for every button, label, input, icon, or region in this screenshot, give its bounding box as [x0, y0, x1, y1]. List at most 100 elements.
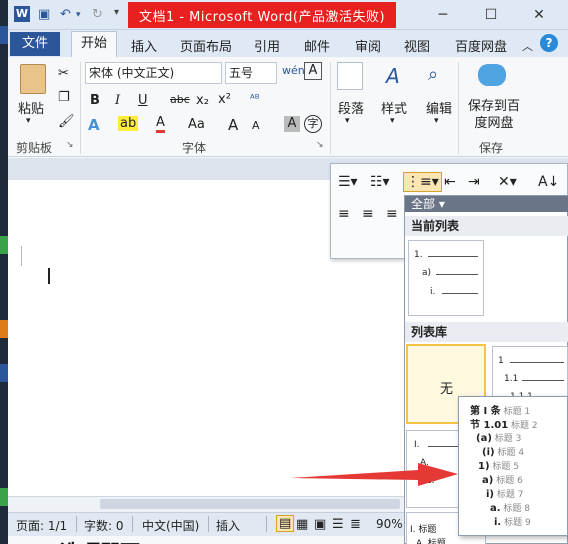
desktop-app-icon[interactable]	[0, 236, 8, 254]
font-color-icon[interactable]: A	[156, 116, 165, 133]
close-button[interactable]: ✕	[526, 4, 552, 26]
list-preview-label: A.	[420, 458, 429, 468]
paragraph-icon[interactable]	[337, 62, 363, 90]
margin-mark	[10, 246, 22, 266]
editing-button[interactable]: 编辑	[426, 98, 452, 117]
save-icon[interactable]: ▣	[38, 7, 50, 22]
paste-icon[interactable]	[20, 64, 46, 94]
flyout-line: i. 标题 9	[494, 515, 531, 528]
underline-button[interactable]: U	[138, 93, 148, 108]
italic-button[interactable]: I	[115, 93, 120, 108]
print-layout-icon[interactable]: ▤	[276, 515, 295, 532]
enclose-char-button[interactable]: 字	[304, 115, 322, 133]
chevron-down-icon[interactable]: ▾	[26, 116, 31, 126]
chevron-down-icon[interactable]: ▾	[345, 116, 350, 126]
undo-icon[interactable]: ↶	[60, 7, 71, 22]
text-cursor	[48, 268, 50, 284]
decrease-indent-icon[interactable]: ⇤	[444, 174, 456, 190]
desktop-app-icon[interactable]	[0, 320, 8, 338]
chevron-down-icon[interactable]: ▾	[434, 116, 439, 126]
group-label-font: 字体	[182, 141, 207, 155]
desktop-word-icon[interactable]	[0, 26, 8, 44]
status-language[interactable]: 中文(中国)	[142, 517, 199, 534]
collapse-ribbon-icon[interactable]: ︿	[522, 38, 533, 54]
bold-button[interactable]: B	[90, 93, 100, 108]
strikethrough-button[interactable]: abc	[170, 93, 190, 106]
flyout-label: 标题 4	[497, 448, 525, 458]
flyout-line: 1) 标题 5	[478, 459, 519, 472]
font-size-combo[interactable]: 五号	[225, 62, 277, 84]
tab-file[interactable]: 文件	[10, 32, 60, 56]
scroll-thumb[interactable]	[100, 499, 400, 509]
flyout-label: 标题 7	[496, 490, 524, 500]
desktop-app-icon[interactable]	[0, 488, 8, 506]
tab-review[interactable]: 审阅	[355, 36, 381, 55]
tab-home[interactable]: 开始	[71, 31, 117, 58]
bullets-icon[interactable]: ☰▾	[338, 174, 358, 190]
chevron-down-icon[interactable]: ▾	[390, 116, 395, 126]
subscript-button[interactable]: x₂	[196, 93, 209, 108]
numbering-icon[interactable]: ☷▾	[370, 174, 390, 190]
align-center-icon[interactable]: ≡	[362, 206, 374, 222]
multilevel-list-icon[interactable]: ⋮≡▾	[403, 172, 442, 192]
preview-line	[442, 293, 478, 294]
tab-view[interactable]: 视图	[404, 36, 430, 55]
status-page[interactable]: 页面: 1/1	[16, 517, 67, 534]
styles-button[interactable]: 样式	[381, 98, 407, 117]
customize-qat-icon[interactable]: ▾	[114, 7, 119, 18]
minimize-button[interactable]: ─	[430, 4, 456, 26]
char-border-icon[interactable]: A	[304, 62, 322, 80]
font-name-combo[interactable]: 宋体 (中文正文)	[85, 62, 222, 84]
status-divider	[208, 516, 209, 532]
dialog-launcher-icon[interactable]: ↘	[316, 140, 324, 150]
tab-insert[interactable]: 插入	[131, 36, 157, 55]
draft-view-icon[interactable]: ≣	[350, 517, 361, 532]
maximize-button[interactable]: ☐	[478, 4, 504, 26]
redo-icon[interactable]: ↻	[92, 7, 103, 22]
align-left-icon[interactable]: ≡	[338, 206, 350, 222]
align-right-icon[interactable]: ≡	[386, 206, 398, 222]
superscript-button[interactable]: x²	[218, 92, 231, 107]
dialog-launcher-icon[interactable]: ↘	[66, 140, 74, 150]
copy-icon[interactable]: ❐	[58, 90, 70, 105]
desktop-word-icon[interactable]	[0, 364, 8, 382]
web-layout-icon[interactable]: ▣	[314, 517, 326, 532]
group-divider	[330, 62, 331, 154]
highlight-icon[interactable]: ab	[118, 116, 139, 131]
increase-indent-icon[interactable]: ⇥	[468, 174, 480, 190]
outline-view-icon[interactable]: ☰	[332, 517, 344, 532]
styles-icon[interactable]: A	[386, 64, 400, 88]
tab-baidu[interactable]: 百度网盘	[455, 36, 507, 55]
phonetic-guide-icon[interactable]: wén	[282, 64, 305, 77]
tab-layout[interactable]: 页面布局	[180, 36, 232, 55]
format-painter-icon[interactable]: 🖌	[58, 114, 75, 129]
cut-icon[interactable]: ✂	[58, 66, 69, 81]
clear-format-icon[interactable]: ᴬᴮ	[250, 92, 260, 105]
shrink-font-button[interactable]: A	[252, 119, 260, 132]
save-to-baidu-button[interactable]: 保存到百度网盘	[466, 98, 522, 132]
list-preview-label: i.	[430, 287, 436, 297]
tab-mailings[interactable]: 邮件	[304, 36, 330, 55]
asian-layout-icon[interactable]: ✕▾	[498, 174, 517, 190]
desktop-strip	[0, 0, 8, 544]
status-words[interactable]: 字数: 0	[84, 517, 124, 534]
paste-button[interactable]: 粘贴	[18, 98, 44, 117]
flyout-num: a)	[482, 475, 494, 486]
zoom-level[interactable]: 90%	[376, 517, 403, 531]
list-filter[interactable]: 全部 ▾	[405, 196, 568, 212]
window-title: 文档1 - Microsoft Word(产品激活失败)	[128, 2, 396, 28]
find-binoculars-icon[interactable]: ⌕	[428, 64, 438, 85]
status-insert-mode[interactable]: 插入	[216, 517, 240, 534]
change-case-button[interactable]: Aa	[188, 117, 205, 132]
chevron-down-icon[interactable]: ▾	[76, 10, 81, 20]
text-effects-icon[interactable]: A	[88, 116, 100, 134]
paragraph-button[interactable]: 段落	[338, 98, 364, 117]
reading-view-icon[interactable]: ▦	[296, 517, 308, 532]
sort-icon[interactable]: A↓	[538, 174, 559, 190]
grow-font-button[interactable]: A	[228, 116, 238, 134]
tab-references[interactable]: 引用	[254, 36, 280, 55]
help-icon[interactable]: ?	[540, 34, 558, 52]
char-shading-button[interactable]: A	[284, 116, 300, 132]
baidu-cloud-icon[interactable]	[478, 64, 506, 86]
list-preview-label: A. 标题	[416, 539, 446, 544]
